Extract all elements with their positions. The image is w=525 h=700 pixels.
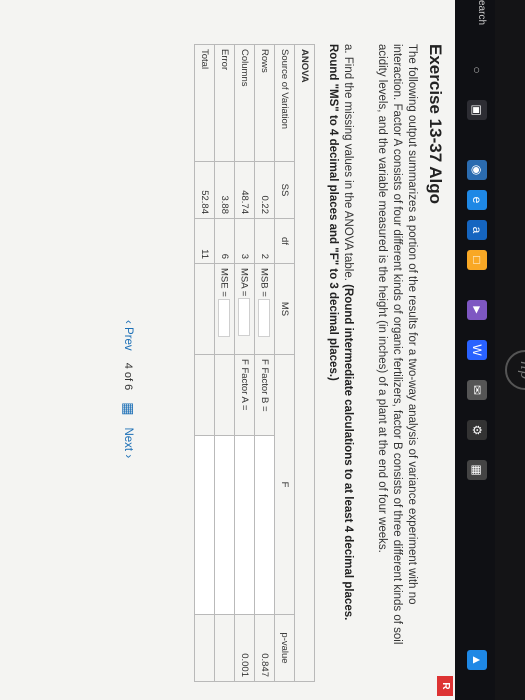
corner-badge: R xyxy=(437,676,453,696)
exercise-page: R Exercise 13-37 Algo The following outp… xyxy=(0,0,455,700)
exercise-title: Exercise 13-37 Algo xyxy=(426,44,445,205)
empty-cell xyxy=(214,354,235,436)
f-factor-b-cell: F Factor B = xyxy=(254,354,275,436)
app-icon[interactable]: ► xyxy=(467,300,487,320)
store-icon[interactable]: a xyxy=(467,220,487,240)
table-row: Rows 0.22 2 MSB = F Factor B = 0.847 xyxy=(254,44,275,682)
row-source: Columns xyxy=(234,44,255,162)
taskbar-content: earch ○ ▣ ◉ e a □ ► W ✉ ⚙ ▦ ▲ xyxy=(455,0,495,700)
edge-icon[interactable]: e xyxy=(467,190,487,210)
empty-cell xyxy=(194,435,215,615)
msa-cell: MSA = xyxy=(234,263,255,355)
header-p-value: p-value xyxy=(274,614,295,682)
empty-cell xyxy=(194,263,215,355)
taskbar-search[interactable]: earch xyxy=(476,0,487,25)
settings-icon[interactable]: ⚙ xyxy=(467,420,487,440)
page-indicator: 4 of 6 xyxy=(123,363,135,391)
f-factor-a-cell: F Factor A = xyxy=(234,354,255,436)
page-current: 4 xyxy=(122,362,135,369)
tray-icon[interactable]: ▲ xyxy=(467,650,487,670)
table-row: Error 3.88 6 MSE = xyxy=(214,44,235,682)
search-icon[interactable]: ○ xyxy=(467,60,487,80)
chrome-icon[interactable]: ◉ xyxy=(467,160,487,180)
row-source: Rows xyxy=(254,44,275,162)
mse-label: MSE = xyxy=(218,268,230,297)
empty-cell xyxy=(214,435,235,615)
header-ms: MS xyxy=(274,263,295,355)
f-factor-b-input[interactable] xyxy=(254,435,275,615)
folder-icon[interactable]: □ xyxy=(467,250,487,270)
anova-header-row: Source of Variation SS df MS F p-value xyxy=(274,44,295,682)
mse-cell: MSE = xyxy=(214,263,235,355)
empty-cell xyxy=(194,614,215,682)
msb-input[interactable] xyxy=(258,298,271,337)
row-source: Total xyxy=(194,44,215,162)
empty-cell xyxy=(214,614,235,682)
exercise-instruction: a. Find the missing values in the ANOVA … xyxy=(325,44,355,654)
page-of: of xyxy=(122,371,135,382)
page-total: 6 xyxy=(122,384,135,391)
row-ss: 48.74 xyxy=(234,161,255,219)
table-row: Columns 48.74 3 MSA = F Factor A = 0.001 xyxy=(234,44,255,682)
row-ss: 52.84 xyxy=(194,161,215,219)
anova-title: ANOVA xyxy=(294,44,315,682)
calculator-icon[interactable]: ▦ xyxy=(467,460,487,480)
anova-table: ANOVA Source of Variation SS df MS F p-v… xyxy=(194,44,315,682)
mail-icon[interactable]: ✉ xyxy=(467,380,487,400)
header-source: Source of Variation xyxy=(274,44,295,162)
instruction-lead: a. Find the missing values in the ANOVA … xyxy=(342,44,354,281)
row-p-value: 0.847 xyxy=(254,614,275,682)
row-df: 6 xyxy=(214,218,235,264)
prev-button[interactable]: ‹ Prev xyxy=(123,320,135,351)
row-df: 3 xyxy=(234,218,255,264)
pager: ‹ Prev 4 of 6 ▦ Next › xyxy=(120,320,137,458)
row-source: Error xyxy=(214,44,235,162)
msb-cell: MSB = xyxy=(254,263,275,355)
row-df: 2 xyxy=(254,218,275,264)
msb-label: MSB = xyxy=(258,268,270,297)
row-df: 11 xyxy=(194,218,215,264)
mse-input[interactable] xyxy=(218,298,231,337)
next-button[interactable]: Next › xyxy=(123,427,135,458)
header-f: F xyxy=(274,354,295,615)
header-df: df xyxy=(274,218,295,264)
empty-cell xyxy=(194,354,215,436)
header-ss: SS xyxy=(274,161,295,219)
task-view-icon[interactable]: ▣ xyxy=(467,100,487,120)
anova-title-row: ANOVA xyxy=(294,44,315,682)
row-p-value: 0.001 xyxy=(234,614,255,682)
word-icon[interactable]: W xyxy=(467,340,487,360)
prev-label: Prev xyxy=(122,327,135,351)
table-row: Total 52.84 11 xyxy=(194,44,215,682)
grid-icon[interactable]: ▦ xyxy=(120,402,137,415)
msa-input[interactable] xyxy=(238,298,251,337)
row-ss: 0.22 xyxy=(254,161,275,219)
f-factor-b-label: F Factor B = xyxy=(259,359,270,412)
row-ss: 3.88 xyxy=(214,161,235,219)
next-label: Next xyxy=(122,427,135,452)
f-factor-a-label: F Factor A = xyxy=(239,359,250,411)
f-factor-a-input[interactable] xyxy=(234,435,255,615)
msa-label: MSA = xyxy=(238,268,250,297)
exercise-prompt: The following output summarizes a portio… xyxy=(376,44,418,645)
